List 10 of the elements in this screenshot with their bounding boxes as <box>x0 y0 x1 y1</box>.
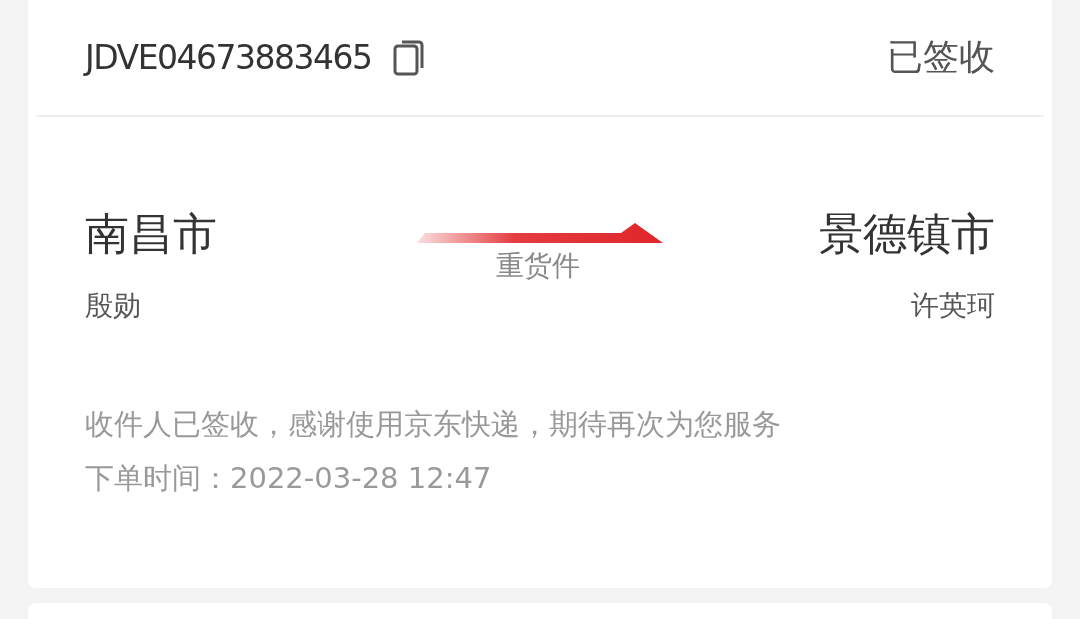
sender-name: 殷勋 <box>85 288 142 324</box>
delivery-message: 收件人已签收，感谢使用京东快递，期待再次为您服务 <box>85 406 782 443</box>
origin-city: 南昌市 <box>85 207 217 261</box>
status-label: 已签收 <box>887 35 995 79</box>
order-time: 下单时间：2022-03-28 12:47 <box>85 460 493 497</box>
destination-city: 景德镇市 <box>819 207 995 261</box>
recipient-name: 许英珂 <box>911 288 995 324</box>
copy-icon[interactable] <box>393 39 426 76</box>
cargo-type: 重货件 <box>496 248 580 284</box>
tracking-number: JDVE04673883465 <box>85 38 372 77</box>
